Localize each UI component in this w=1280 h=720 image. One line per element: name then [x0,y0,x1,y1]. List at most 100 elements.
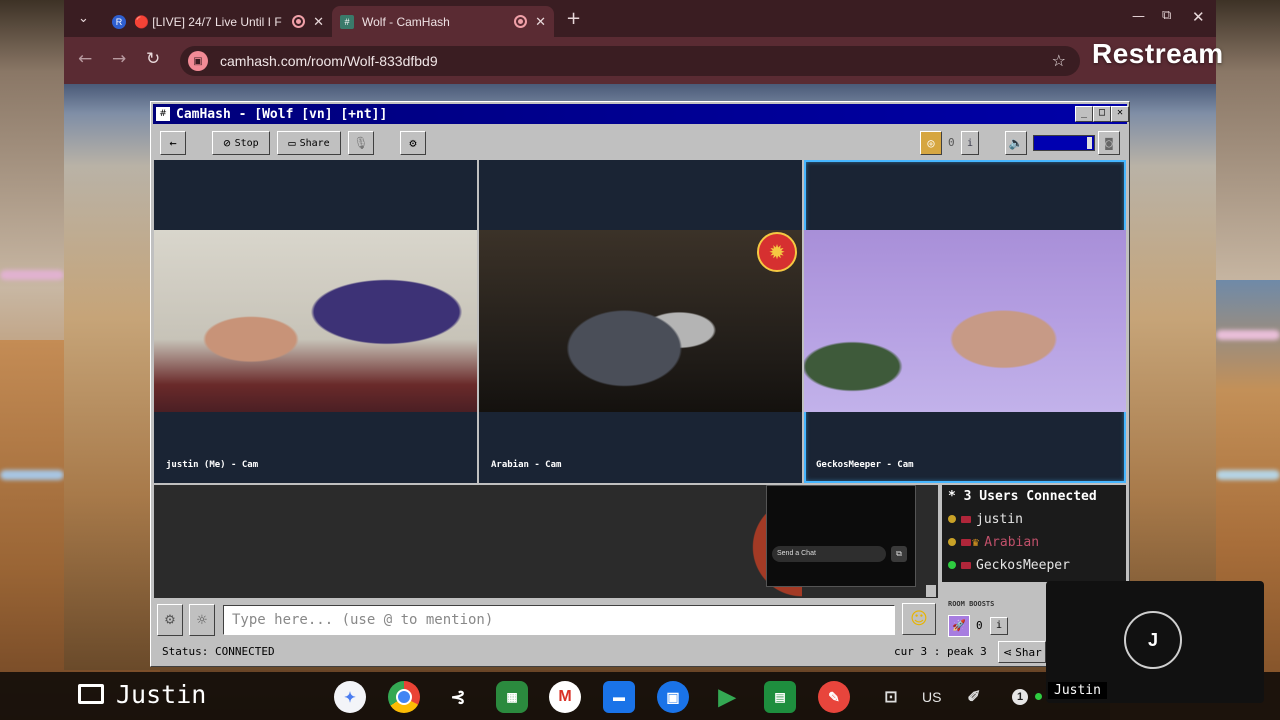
cam-caption: GeckosMeeper - Cam [816,460,914,470]
share-room-label: Shar [1015,645,1042,659]
back-icon[interactable]: ← [78,49,92,69]
wallpaper-light-streak [0,470,64,480]
share-room-button[interactable]: ⋖ Shar [998,641,1046,663]
gemini-icon[interactable]: ✦ [334,681,366,713]
speaker-icon: 🔈 [1008,136,1024,150]
address-bar[interactable]: ▣ camhash.com/room/Wolf-833dfbd9 ☆ [180,46,1080,76]
window-maximize-button[interactable]: □ [1093,106,1111,122]
recording-icon [292,15,306,28]
coins-icon: ◎ [927,136,935,150]
snapshot-button[interactable]: ◙ [1098,131,1120,155]
tab-restream[interactable]: R 🔴 [LIVE] 24/7 Live Until I F ✕ [104,6,332,37]
forward-icon[interactable]: → [112,49,126,69]
avatar: J [1124,611,1182,669]
settings-button[interactable]: ⚙ [400,131,426,155]
boost-info-button[interactable]: i [990,617,1008,635]
restore-window-icon[interactable]: ⧉ [1162,8,1171,23]
user-row-geckosmeeper[interactable]: GeckosMeeper [948,555,1070,575]
gmail-icon[interactable]: M [549,681,581,713]
user-name: GeckosMeeper [976,557,1070,573]
apps-icon[interactable]: ▦ [496,681,528,713]
emoji-button[interactable]: ☺ [902,603,936,635]
chat-message-input[interactable]: Type here... (use @ to mention) [223,605,895,635]
files-icon[interactable]: ▬ [603,681,635,713]
meet-icon[interactable]: ▤ [764,681,796,713]
smiley-icon: ☺ [910,609,928,629]
notification-badge[interactable]: 1 [1012,689,1028,705]
reload-icon[interactable]: ↻ [146,49,160,69]
room-boosts-label: ROOM BOOSTS [948,600,995,608]
app-hash-icon: # [156,107,170,121]
restream-watermark: Restream [1092,38,1224,69]
bookmark-star-icon[interactable]: ☆ [1052,51,1066,70]
coins-button[interactable]: ◎ [920,131,942,155]
wallpaper-light-streak [1216,330,1280,340]
keyboard-locale[interactable]: US [922,689,941,705]
cam-tile-geckosmeeper[interactable]: GeckosMeeper - Cam [804,160,1126,483]
users-connected-header: * 3 Users Connected [948,489,1097,504]
online-status-dot [1035,693,1042,700]
user-name: justin [976,511,1023,527]
window-close-button[interactable]: ✕ [1111,106,1129,122]
restream-pip-panel[interactable]: J Justin [1046,581,1264,703]
stop-button[interactable]: ⊘ Stop [212,131,270,155]
tab-search-icon[interactable]: ⌄ [78,11,89,26]
cam-tile-justin[interactable]: justin (Me) - Cam [154,160,477,483]
desktop-monitor-icon[interactable] [78,684,104,704]
send-chat-field[interactable]: Send a Chat [772,546,886,562]
tab-camhash[interactable]: # Wolf - CamHash ✕ [332,6,554,37]
chat-log[interactable]: Send a Chat ⧉ [154,485,938,598]
cam-indicator-icon [961,538,971,546]
cam-indicator-icon [961,515,971,523]
volume-button[interactable]: 🔈 [1005,131,1027,155]
arrow-left-icon: ← [169,136,177,150]
pip-name: Justin [1048,682,1107,699]
video-feed [154,230,477,412]
play-store-icon[interactable]: ▶ [711,681,743,713]
close-tab-icon[interactable]: ✕ [313,14,324,30]
boost-rocket-button[interactable]: 🚀 [948,615,970,637]
cast-icon[interactable]: ⊰ [442,681,474,713]
status-dot [948,561,956,569]
tab-title: 🔴 [LIVE] 24/7 Live Until I F [134,14,282,29]
gear-icon: ⚙ [164,612,176,628]
volume-slider[interactable] [1033,135,1095,151]
chat-preview-panel: Send a Chat ⧉ [766,485,916,587]
send-chat-icon[interactable]: ⧉ [891,546,907,562]
close-window-icon[interactable]: ✕ [1192,8,1205,26]
minimize-window-icon[interactable]: — [1132,9,1145,24]
video-feed [479,230,802,412]
site-info-icon[interactable]: ▣ [188,51,208,71]
chat-scrollbar[interactable] [926,585,936,597]
microphone-icon: 🎙 [353,136,369,150]
window-title: CamHash - [Wolf [vn] [+nt]] [176,106,388,122]
user-row-arabian[interactable]: ♛ Arabian [948,532,1039,552]
theme-toggle-button[interactable]: ☼ [189,604,215,636]
share-icon: ⋖ [1003,645,1013,659]
mic-button[interactable]: 🎙 [348,131,374,155]
pencil-icon[interactable]: ✎ [818,681,850,713]
video-feed [804,230,1126,412]
sun-icon: ☼ [196,612,208,628]
screenshot-icon[interactable]: ⊡ [875,681,907,713]
chat-settings-button[interactable]: ⚙ [157,604,183,636]
close-tab-icon[interactable]: ✕ [535,14,546,30]
chat-icon[interactable]: ▣ [657,681,689,713]
users-panel: * 3 Users Connected justin ♛ Arabian Gec… [942,485,1126,582]
connection-status: Status: CONNECTED [162,645,275,658]
user-row-justin[interactable]: justin [948,509,1023,529]
monitor-icon: ▭ [288,136,296,150]
camhash-favicon-icon: # [340,14,354,29]
chrome-icon[interactable] [388,681,420,713]
coins-info-button[interactable]: i [961,131,979,155]
new-tab-icon[interactable]: + [566,8,581,29]
crown-icon: ♛ [972,535,980,549]
camera-icon: ◙ [1105,136,1113,150]
cam-tile-arabian[interactable]: ✹ Arabian - Cam [479,160,802,483]
window-minimize-button[interactable]: _ [1075,106,1093,122]
volume-slider-handle[interactable] [1087,137,1092,149]
back-button[interactable]: ← [160,131,186,155]
stylus-icon[interactable]: ✐ [958,681,990,713]
wallpaper-light-streak [0,270,64,280]
share-button[interactable]: ▭ Share [277,131,341,155]
